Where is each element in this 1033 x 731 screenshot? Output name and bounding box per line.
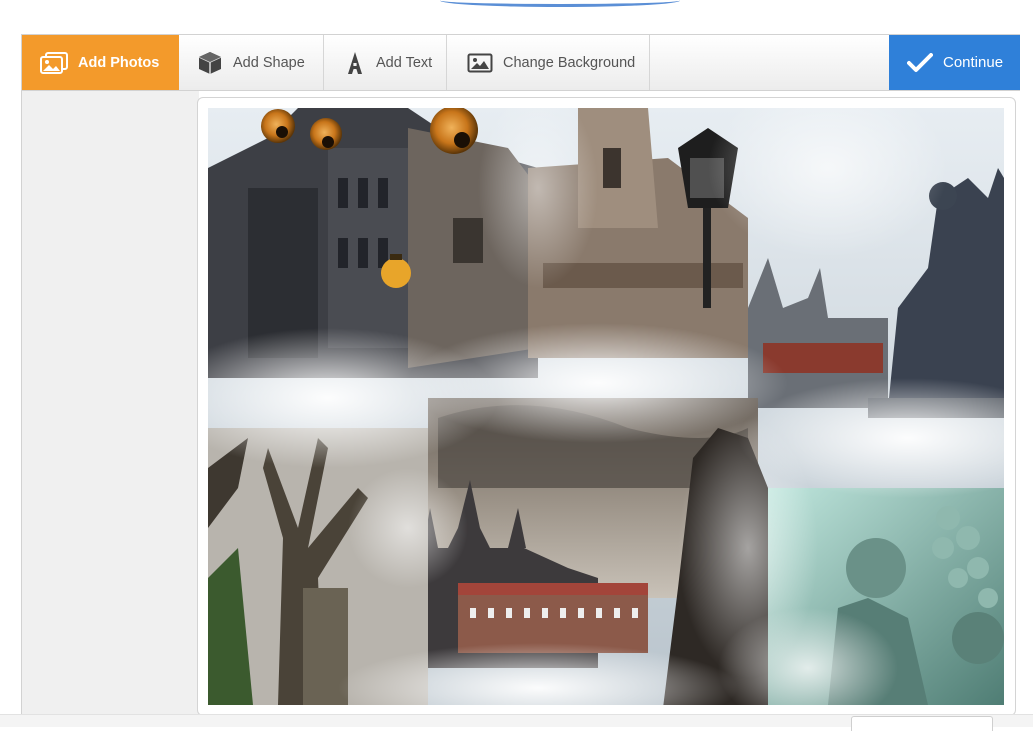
continue-label: Continue	[943, 54, 1004, 71]
editor-toolbar: Add Photos Add Shape Add Text Change Bac…	[21, 34, 1020, 91]
text-a-icon	[344, 51, 366, 75]
add-shape-button[interactable]: Add Shape	[179, 35, 324, 90]
image-icon	[467, 53, 493, 73]
left-sidebar	[21, 91, 199, 726]
bottom-field[interactable]	[851, 716, 993, 731]
add-shape-label: Add Shape	[233, 54, 305, 71]
change-background-label: Change Background	[503, 54, 636, 71]
checkmark-icon	[907, 52, 933, 73]
add-text-label: Add Text	[376, 54, 433, 71]
add-photos-button[interactable]: Add Photos	[22, 35, 179, 90]
top-decoration	[440, 0, 680, 7]
change-background-button[interactable]: Change Background	[447, 35, 650, 90]
add-photos-label: Add Photos	[78, 54, 160, 71]
photos-icon	[40, 51, 68, 74]
continue-button[interactable]: Continue	[889, 35, 1020, 90]
cube-icon	[197, 50, 223, 76]
collage-image[interactable]	[208, 108, 1004, 705]
add-text-button[interactable]: Add Text	[324, 35, 447, 90]
